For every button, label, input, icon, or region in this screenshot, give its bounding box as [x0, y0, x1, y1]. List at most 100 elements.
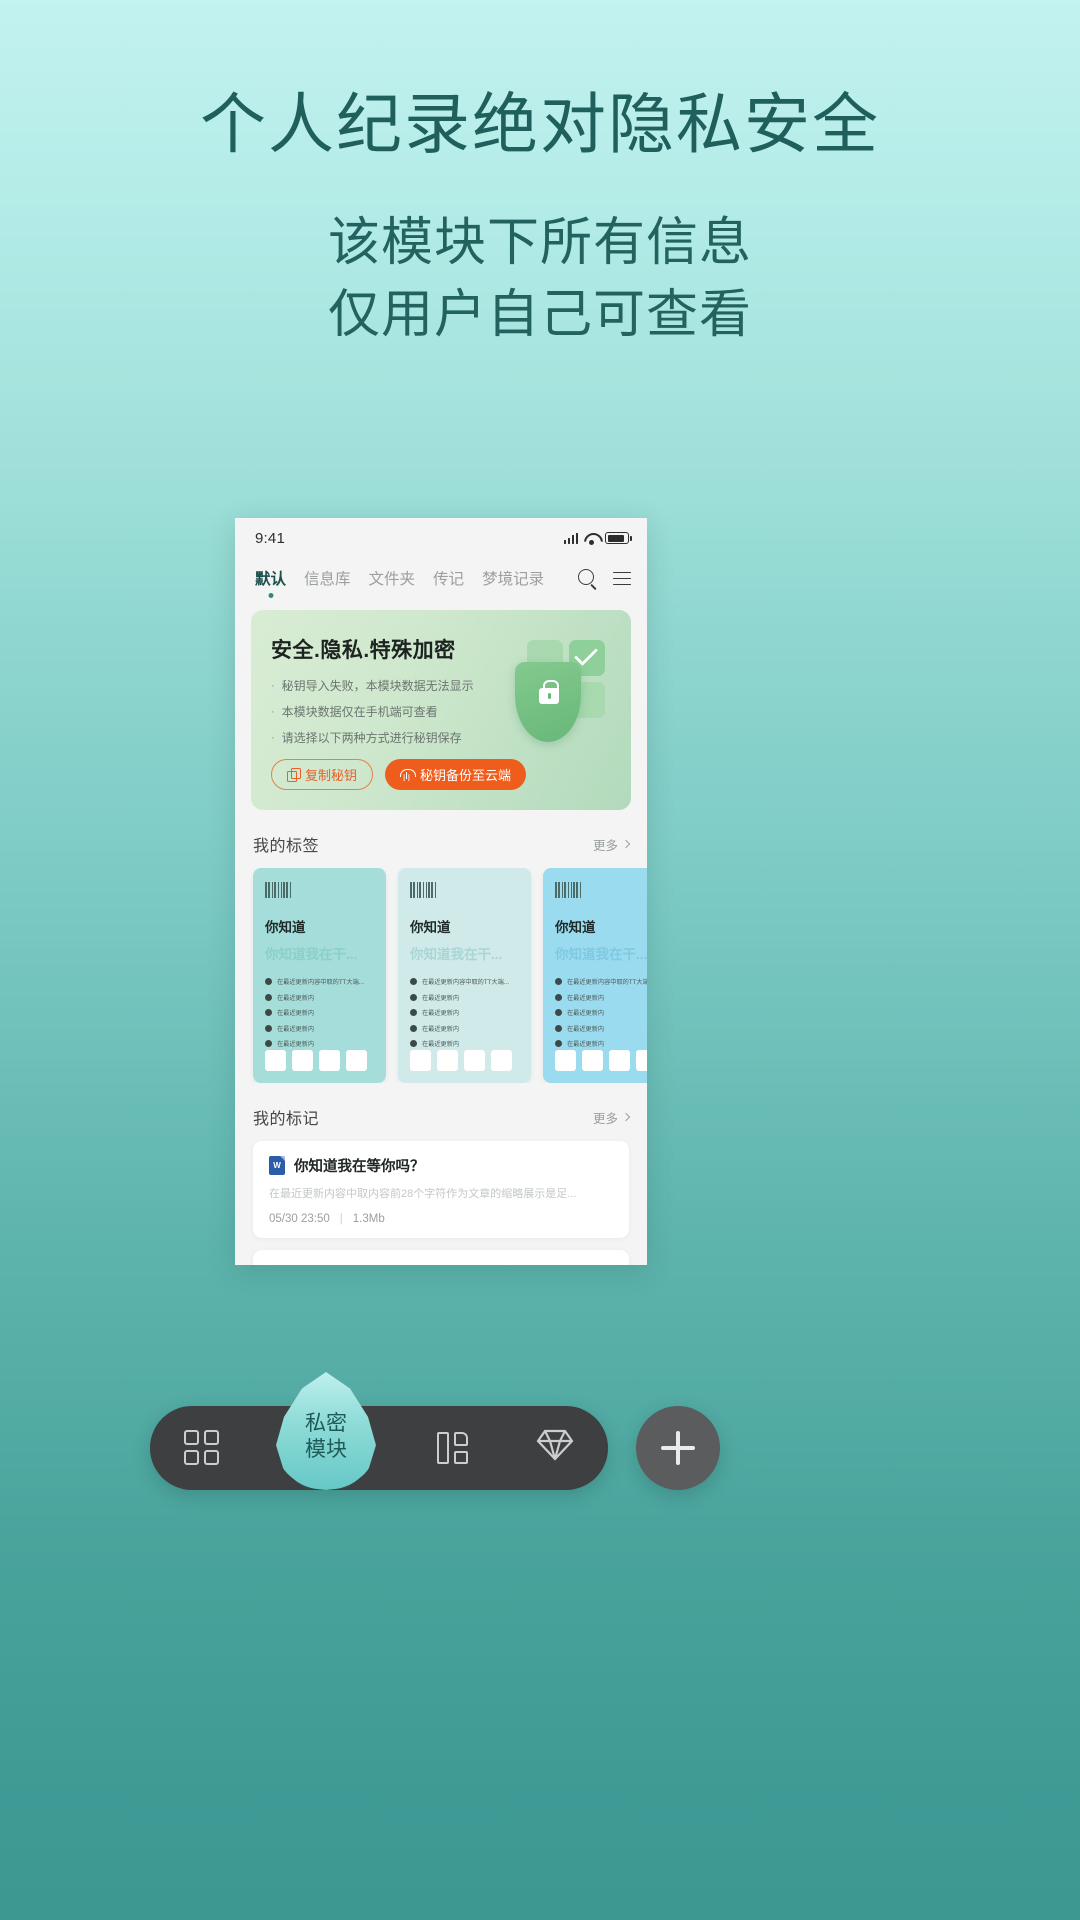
meta-separator: |	[339, 1213, 343, 1226]
page-subtitle: 该模块下所有信息 仅用户自己可查看	[0, 208, 1080, 352]
bullet-icon	[410, 1009, 417, 1016]
tag-card-lines: 在最近更新内容中取的TT大端... 在最近更新内 在最近更新内 在最近更新内 在…	[265, 977, 374, 1048]
chevron-right-icon	[621, 1112, 631, 1122]
tag-line-text: 在最近更新内	[422, 1041, 460, 1048]
tag-card-chips	[410, 1050, 512, 1071]
tag-line-item: 在最近更新内	[555, 993, 647, 1002]
backup-key-button[interactable]: 秘钥备份至云端	[385, 758, 527, 790]
tab-bar: 默认 信息库 文件夹 传记 梦境记录	[235, 558, 647, 602]
mark-item-header: ♪ 你知道我在等你吗？ 22分30秒	[269, 1264, 613, 1265]
tag-line-text: 在最近更新内容中取的TT大端...	[422, 979, 509, 986]
tag-line-item: 在最近更新内	[555, 1008, 647, 1017]
tab-folder[interactable]: 文件夹	[369, 567, 416, 598]
page-subtitle-line2: 仅用户自己可查看	[327, 285, 752, 344]
tag-line-text: 在最近更新内	[277, 1010, 315, 1017]
security-card-actions: 复制秘钥 秘钥备份至云端	[271, 758, 611, 790]
tab-info-library[interactable]: 信息库	[304, 567, 351, 598]
bullet-icon	[410, 1024, 417, 1032]
signal-bars-icon	[563, 532, 578, 544]
tags-section-title: 我的标签	[253, 838, 320, 855]
mark-item-description: 在最近更新内容中取内容前28个字符作为文章的缩略展示是足...	[269, 1188, 577, 1200]
tag-line-text: 在最近更新内	[422, 994, 460, 1002]
security-card: 安全.隐私.特殊加密 · 秘钥导入失败，本模块数据无法显示 · 本模块数据仅在手…	[251, 610, 631, 810]
marks-section-header: 我的标记 更多	[235, 1083, 647, 1141]
bullet-icon	[555, 1009, 562, 1016]
mark-item-title: 你知道我在等你吗？	[294, 1264, 560, 1265]
diamond-icon[interactable]	[536, 1428, 576, 1468]
bullet-icon	[555, 978, 562, 985]
barcode-icon	[555, 882, 647, 898]
tag-card-title: 你知道	[410, 920, 451, 935]
barcode-icon	[265, 882, 374, 898]
tag-line-item: 在最近更新内	[410, 1008, 519, 1017]
grid-apps-icon[interactable]	[182, 1428, 222, 1468]
tag-line-item: 在最近更新内	[555, 1024, 647, 1033]
page-subtitle-line1: 该模块下所有信息	[327, 213, 752, 272]
tag-line-text: 在最近更新内	[277, 994, 315, 1002]
tag-line-item: 在最近更新内容中取的TT大端...	[410, 977, 519, 986]
bullet-icon	[265, 978, 272, 985]
tags-more-label: 更多	[592, 838, 618, 853]
bubble-line2: 模块	[305, 1438, 347, 1461]
tag-card[interactable]: 你知道 你知道我在干... 在最近更新内容中取的TT大端... 在最近更新内 在…	[398, 868, 531, 1083]
tag-line-text: 在最近更新内	[567, 1041, 605, 1048]
mark-item-header: W 你知道我在等你吗？	[269, 1155, 613, 1176]
book-layout-icon[interactable]	[433, 1428, 473, 1468]
page-title: 个人纪录绝对隐私安全	[200, 87, 880, 161]
barcode-icon	[410, 882, 519, 898]
tag-card-title: 你知道	[555, 920, 596, 935]
tag-line-text: 在最近更新内	[567, 1025, 605, 1033]
tag-line-item: 在最近更新内	[410, 993, 519, 1002]
bullet-icon	[410, 993, 417, 1001]
tab-default[interactable]: 默认	[255, 567, 286, 598]
bullet-icon	[555, 993, 562, 1001]
mark-list-item[interactable]: ♪ 你知道我在等你吗？ 22分30秒 05/30 23:50 | 1.3Mb	[253, 1250, 629, 1265]
chevron-right-icon	[621, 839, 631, 849]
tag-line-text: 在最近更新内	[277, 1025, 315, 1033]
tag-card-chips	[555, 1050, 647, 1071]
hero-headline-block: 个人纪录绝对隐私安全 该模块下所有信息 仅用户自己可查看	[0, 0, 1080, 351]
copy-key-button[interactable]: 复制秘钥	[271, 758, 374, 790]
private-module-bubble[interactable]: 私密 模块	[276, 1372, 376, 1490]
add-button[interactable]	[636, 1406, 720, 1490]
tab-biography[interactable]: 传记	[433, 567, 464, 598]
tag-card-row[interactable]: 你知道 你知道我在干... 在最近更新内容中取的TT大端... 在最近更新内 在…	[235, 868, 647, 1083]
bullet-icon	[265, 1009, 272, 1016]
marks-more-link[interactable]: 更多	[592, 1108, 631, 1127]
mark-item-size: 1.3Mb	[352, 1213, 385, 1226]
battery-icon	[605, 532, 632, 544]
tag-card-title: 你知道	[265, 920, 306, 935]
backup-key-label: 秘钥备份至云端	[420, 767, 512, 783]
word-document-icon: W	[269, 1156, 285, 1175]
marks-section-title: 我的标记	[253, 1111, 320, 1128]
mark-item-meta: 05/30 23:50 | 1.3Mb	[269, 1213, 613, 1225]
mark-list-item[interactable]: W 你知道我在等你吗？ 在最近更新内容中取内容前28个字符作为文章的缩略展示是足…	[253, 1141, 629, 1239]
tags-section-header: 我的标签 更多	[235, 810, 647, 868]
private-module-label: 私密 模块	[276, 1372, 376, 1490]
bottom-dock	[150, 1406, 608, 1490]
tab-bar-actions	[578, 569, 631, 595]
search-icon[interactable]	[578, 569, 597, 588]
bullet-icon	[555, 1024, 562, 1032]
tag-card[interactable]: 你知道 你知道我在干... 在最近更新内容中取的TT大端... 在最近更新内 在…	[253, 868, 386, 1083]
bullet-icon	[410, 978, 417, 985]
tag-card-lines: 在最近更新内容中取的TT大端... 在最近更新内 在最近更新内 在最近更新内 在…	[410, 977, 519, 1048]
marks-more-label: 更多	[592, 1111, 618, 1126]
tag-card-subtitle: 你知道我在干...	[265, 947, 358, 962]
tag-line-text: 在最近更新内	[567, 994, 605, 1002]
tag-line-text: 在最近更新内容中取的TT大端...	[277, 979, 364, 986]
tag-line-text: 在最近更新内	[422, 1025, 460, 1033]
bubble-line1: 私密	[305, 1411, 347, 1435]
copy-key-label: 复制秘钥	[305, 767, 358, 783]
plus-icon-v	[676, 1431, 680, 1465]
tag-line-text: 在最近更新内	[422, 1010, 460, 1017]
tag-card[interactable]: 你知道 你知道我在干... 在最近更新内容中取的TT大端... 在最近更新内 在…	[543, 868, 647, 1083]
hamburger-menu-icon[interactable]	[613, 571, 631, 586]
tag-line-item: 在最近更新内	[410, 1024, 519, 1033]
tags-more-link[interactable]: 更多	[592, 835, 631, 854]
tag-line-item: 在最近更新内容中取的TT大端...	[265, 977, 374, 986]
tag-card-subtitle: 你知道我在干...	[555, 947, 647, 962]
tab-list: 默认 信息库 文件夹 传记 梦境记录	[255, 567, 578, 598]
status-time: 9:41	[255, 529, 285, 547]
tab-dream-record[interactable]: 梦境记录	[482, 567, 544, 598]
